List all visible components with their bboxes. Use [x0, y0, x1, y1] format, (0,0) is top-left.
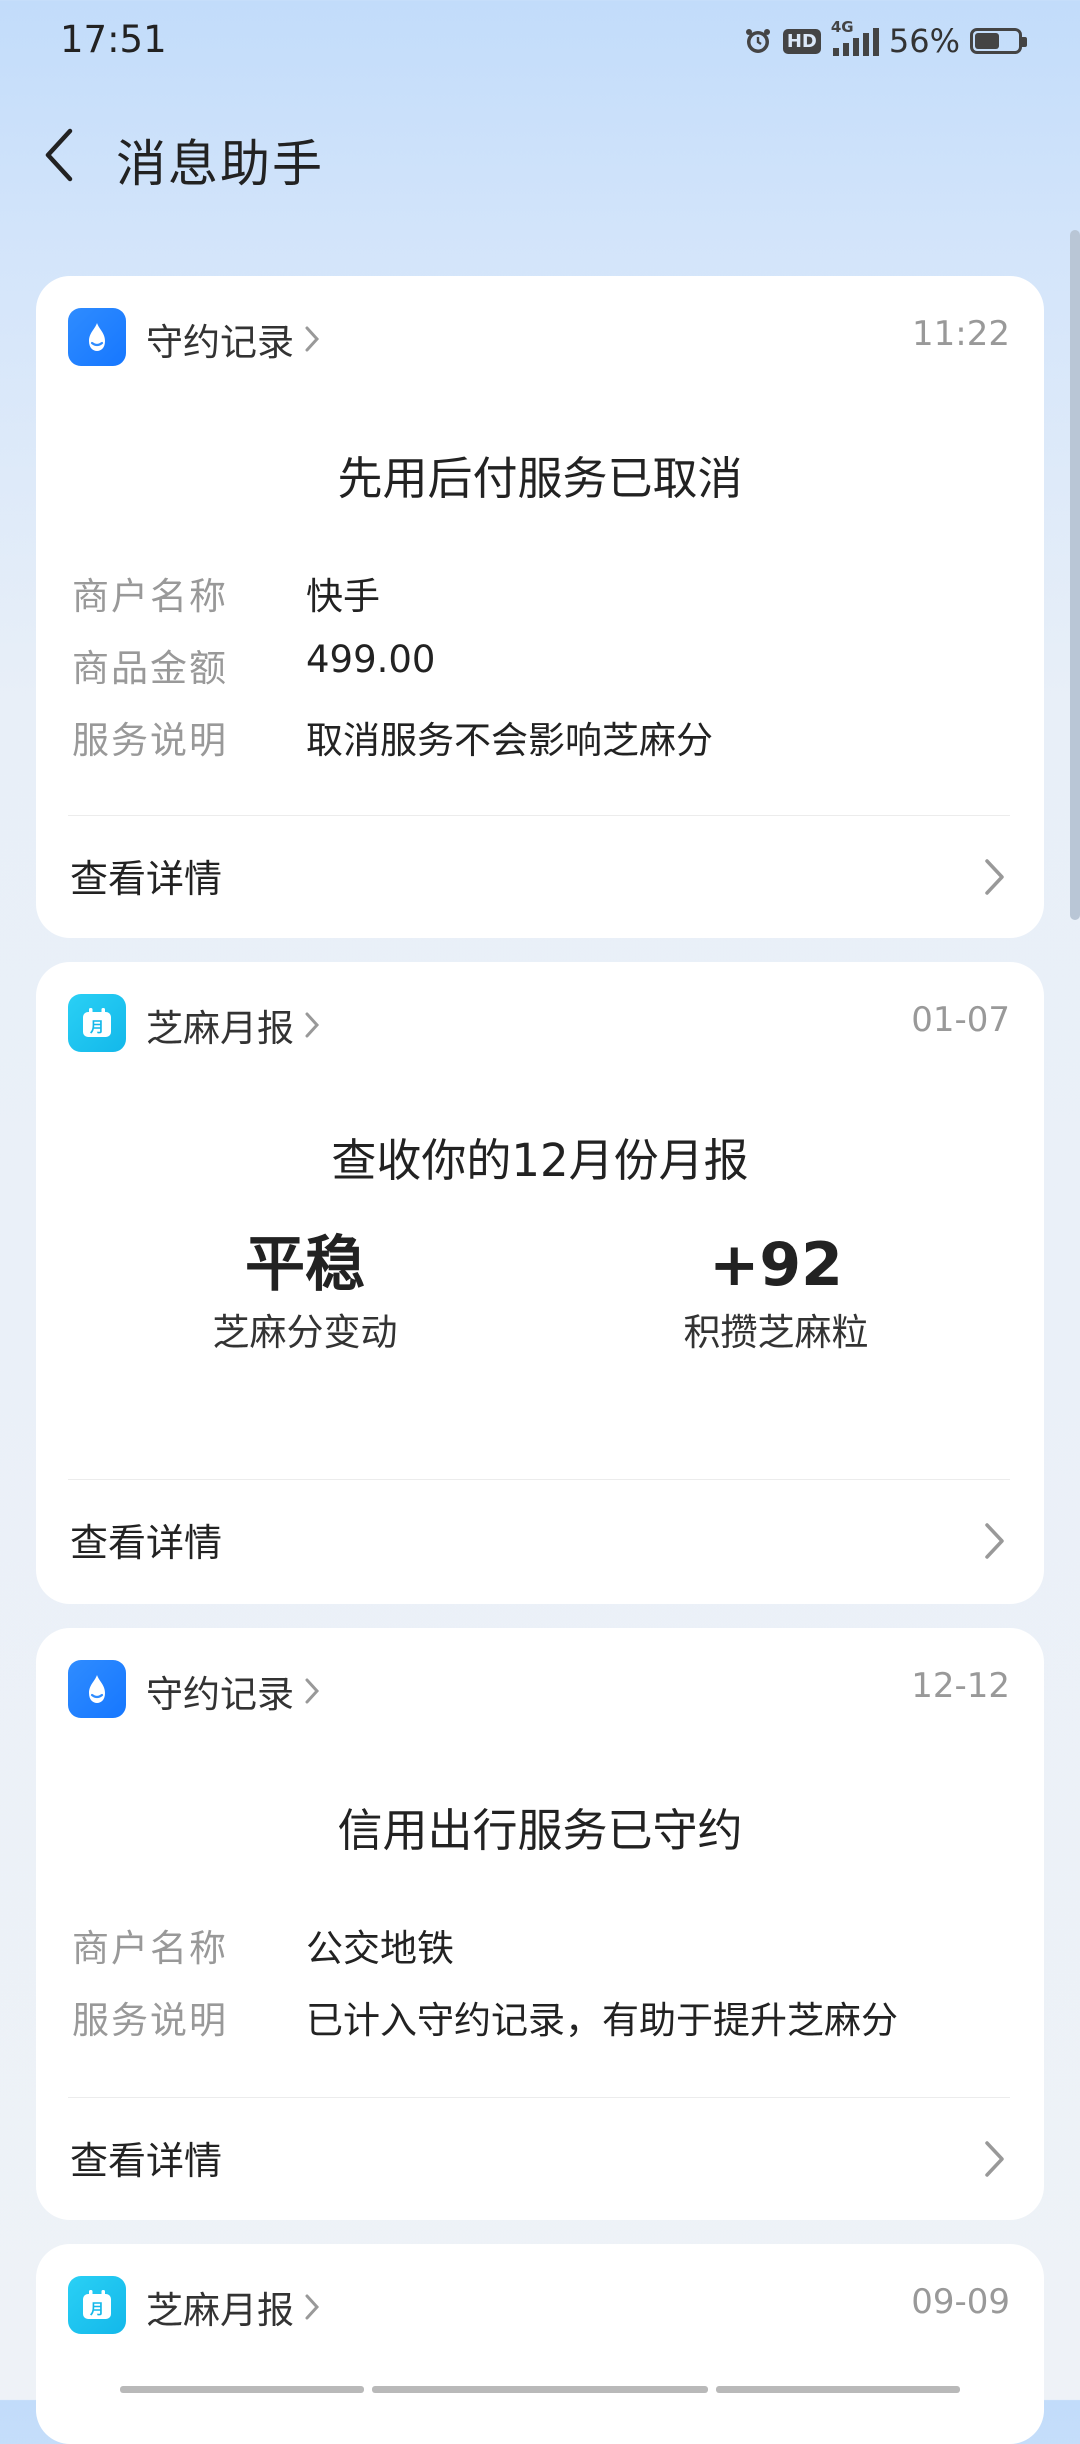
- message-card: 守约记录 12-12 信用出行服务已守约 商户名称 公交地铁 服务说明 已计入守…: [36, 1628, 1044, 2220]
- battery-icon: [970, 28, 1027, 54]
- info-value: 499.00: [306, 638, 436, 681]
- card-source-link[interactable]: 守约记录: [146, 1664, 320, 1718]
- message-card: 月 芝麻月报 09-09: [36, 2244, 1044, 2444]
- info-row: 商户名称 公交地铁: [72, 1918, 1008, 1990]
- page-title: 消息助手: [116, 135, 324, 193]
- view-details-button[interactable]: 查看详情: [68, 1500, 1010, 1580]
- hd-icon: HD: [782, 28, 821, 54]
- card-header: 月 芝麻月报 01-07: [68, 994, 1010, 1054]
- card-source-link[interactable]: 守约记录: [146, 312, 320, 366]
- message-card: 月 芝麻月报 01-07 查收你的12月份月报 平稳 芝麻分变动 +92 积攒芝…: [36, 962, 1044, 1604]
- page-indicator: [716, 2386, 960, 2393]
- info-value: 已计入守约记录，有助于提升芝麻分: [306, 1999, 898, 2042]
- card-header: 月 芝麻月报 09-09: [68, 2276, 1010, 2336]
- scrollbar[interactable]: [1070, 230, 1080, 920]
- chevron-right-icon: [305, 2294, 320, 2320]
- info-row: 服务说明 已计入守约记录，有助于提升芝麻分: [72, 1990, 1008, 2062]
- status-icons: HD 4G 56%: [743, 18, 1027, 60]
- view-details-label: 查看详情: [70, 857, 223, 901]
- stat-value: +92: [709, 1230, 843, 1300]
- chevron-right-icon: [305, 1012, 320, 1038]
- info-value: 取消服务不会影响芝麻分: [306, 719, 713, 762]
- monthly-report-icon: 月: [68, 994, 126, 1052]
- info-row: 服务说明 取消服务不会影响芝麻分: [72, 710, 1008, 782]
- back-button[interactable]: [30, 122, 90, 188]
- status-time: 17:51: [60, 18, 167, 61]
- network-label: 4G: [830, 18, 854, 36]
- card-source-label: 守约记录: [146, 1673, 294, 1716]
- chevron-right-icon: [980, 1518, 1010, 1564]
- stat-label: 积攒芝麻粒: [683, 1311, 869, 1354]
- info-key: 商户名称: [72, 575, 228, 618]
- chevron-right-icon: [305, 326, 320, 352]
- info-row: 商品金额 499.00: [72, 638, 1008, 710]
- monthly-report-icon: 月: [68, 2276, 126, 2334]
- stat-value: 平稳: [245, 1230, 365, 1300]
- status-bar: 17:51 HD 4G 56%: [0, 0, 1080, 84]
- chevron-right-icon: [980, 2136, 1010, 2182]
- hd-label: HD: [782, 28, 821, 54]
- signal-4g-icon: 4G: [831, 18, 879, 58]
- app-header: 消息助手: [0, 110, 1080, 200]
- info-row: 商户名称 快手: [72, 566, 1008, 638]
- card-source-label: 芝麻月报: [146, 2289, 294, 2332]
- card-source-label: 芝麻月报: [146, 1007, 294, 1050]
- card-source-label: 守约记录: [146, 321, 294, 364]
- page-indicator: [372, 2386, 708, 2393]
- card-header: 守约记录 11:22: [68, 308, 1010, 368]
- chevron-right-icon: [980, 854, 1010, 900]
- svg-text:月: 月: [89, 2302, 104, 2318]
- alarm-clock-icon: [743, 26, 773, 56]
- view-details-label: 查看详情: [70, 2139, 223, 2183]
- view-details-label: 查看详情: [70, 1521, 223, 1565]
- view-details-button[interactable]: 查看详情: [68, 2118, 1010, 2198]
- card-title: 先用后付服务已取消: [337, 452, 743, 505]
- chevron-right-icon: [305, 1678, 320, 1704]
- stat-label: 芝麻分变动: [212, 1311, 398, 1354]
- sesame-points-stat: +92 积攒芝麻粒: [596, 1230, 956, 1356]
- card-title: 信用出行服务已守约: [337, 1804, 743, 1857]
- card-time: 09-09: [911, 2282, 1010, 2322]
- divider: [68, 1479, 1010, 1480]
- info-key: 商户名称: [72, 1927, 228, 1970]
- card-time: 01-07: [911, 1000, 1010, 1040]
- info-key: 服务说明: [72, 1999, 228, 2042]
- card-source-link[interactable]: 芝麻月报: [146, 998, 320, 1052]
- card-header: 守约记录 12-12: [68, 1660, 1010, 1720]
- info-key: 商品金额: [72, 647, 228, 690]
- battery-percent: 56%: [888, 22, 960, 60]
- info-value: 快手: [306, 575, 380, 618]
- message-card: 守约记录 11:22 先用后付服务已取消 商户名称 快手 商品金额 499.00…: [36, 276, 1044, 938]
- card-time: 11:22: [912, 314, 1010, 354]
- page-indicator: [120, 2386, 364, 2393]
- card-time: 12-12: [911, 1666, 1010, 1706]
- divider: [68, 815, 1010, 816]
- chevron-left-icon: [45, 128, 73, 182]
- svg-text:月: 月: [89, 1020, 104, 1036]
- credit-record-icon: [68, 308, 126, 366]
- card-source-link[interactable]: 芝麻月报: [146, 2280, 320, 2334]
- card-title: 查收你的12月份月报: [331, 1134, 749, 1187]
- divider: [68, 2097, 1010, 2098]
- view-details-button[interactable]: 查看详情: [68, 836, 1010, 916]
- credit-record-icon: [68, 1660, 126, 1718]
- score-change-stat: 平稳 芝麻分变动: [125, 1230, 485, 1356]
- info-value: 公交地铁: [306, 1927, 454, 1970]
- info-key: 服务说明: [72, 719, 228, 762]
